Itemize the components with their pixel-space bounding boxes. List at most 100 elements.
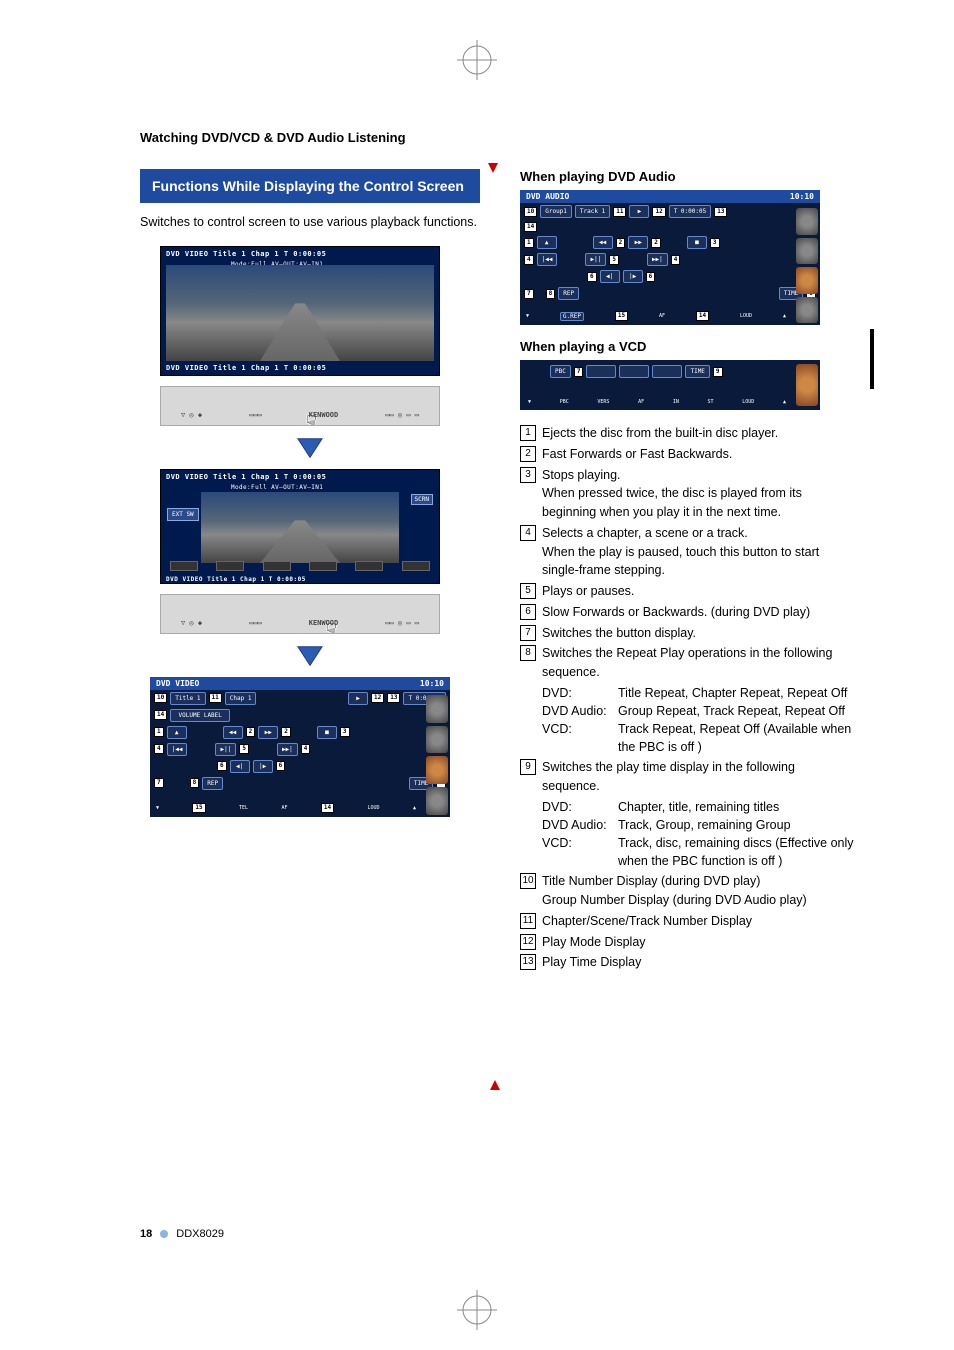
crop-mark-bottom <box>457 1290 497 1330</box>
a-side-icon-4[interactable] <box>796 297 818 324</box>
a-tri-down[interactable]: ▼ <box>526 313 529 319</box>
highway-image-2 <box>201 492 399 563</box>
title-display: Title 1 <box>170 692 205 705</box>
ff-button[interactable]: ▶▶ <box>258 726 278 739</box>
touch-bar-2: ☟ ▽ ◎ ◆ ▭▭▭ KENWOOD ▭▭ ◎ ▭ ▭ <box>160 594 440 634</box>
scrn-button[interactable]: SCRN <box>411 494 433 505</box>
a-callout-8: 8 <box>546 289 556 299</box>
v-side-icon[interactable] <box>796 364 818 406</box>
loud-label: LOUD <box>368 805 380 811</box>
side-icon-1[interactable] <box>426 695 448 723</box>
side-icon-4[interactable] <box>426 787 448 815</box>
prev-btn[interactable] <box>309 561 337 571</box>
arrow-down-2 <box>140 644 480 671</box>
ext-sw-button[interactable]: EXT SW <box>167 508 199 521</box>
a-stop-button[interactable]: ■ <box>687 236 707 249</box>
audio-header-title: DVD AUDIO <box>526 192 569 201</box>
slow-back-button[interactable]: ◀| <box>230 760 250 773</box>
next-btn[interactable] <box>355 561 383 571</box>
vcd-blank-1[interactable] <box>586 365 616 378</box>
a-ff-button[interactable]: ▶▶ <box>628 236 648 249</box>
arrow-down-1 <box>140 436 480 463</box>
func-body: Plays or pauses. <box>542 582 854 601</box>
func-body: Stops playing.When pressed twice, the di… <box>542 466 854 522</box>
function-item-1: 1Ejects the disc from the built-in disc … <box>520 424 854 443</box>
callout-13: 13 <box>387 693 400 703</box>
vcd-loud-label: LOUD <box>742 399 754 405</box>
callout-2b: 2 <box>281 727 291 737</box>
callout-3: 3 <box>340 727 350 737</box>
v-tri-up[interactable]: ▲ <box>783 399 786 405</box>
func-body: Switches the Repeat Play operations in t… <box>542 644 854 756</box>
a-rew-button[interactable]: ◀◀ <box>593 236 613 249</box>
play-btn[interactable] <box>402 561 430 571</box>
screenshot-playback-2: DVD VIDEO Title 1 Chap 1 T 0:00:05 Mode:… <box>160 469 440 584</box>
vcd-pbc-button[interactable]: PBC <box>550 365 571 378</box>
play-pause-button[interactable]: ▶|| <box>215 743 236 756</box>
function-item-9: 9Switches the play time display in the f… <box>520 758 854 870</box>
stop-btn[interactable] <box>170 561 198 571</box>
a-callout-2b: 2 <box>651 238 661 248</box>
rew-btn[interactable] <box>216 561 244 571</box>
grep-button[interactable]: G.REP <box>560 312 584 321</box>
function-item-7: 7Switches the button display. <box>520 624 854 643</box>
func-body: Ejects the disc from the built-in disc p… <box>542 424 854 443</box>
side-icon-3[interactable] <box>426 756 448 784</box>
tri-down-icon[interactable]: ▼ <box>156 805 159 811</box>
next-button[interactable]: ▶▶| <box>277 743 298 756</box>
tri-up-icon[interactable]: ▲ <box>413 805 416 811</box>
callout-1: 1 <box>154 727 164 737</box>
func-body: Fast Forwards or Fast Backwards. <box>542 445 854 464</box>
func-body: Slow Forwards or Backwards. (during DVD … <box>542 603 854 622</box>
vcd-st-label: ST <box>708 399 714 405</box>
v-tri-down[interactable]: ▼ <box>528 399 531 405</box>
a-side-icon-3[interactable] <box>796 267 818 294</box>
callout-6: 6 <box>217 761 227 771</box>
left-title-box: Functions While Displaying the Control S… <box>140 169 480 203</box>
eject-button[interactable]: ▲ <box>167 726 187 739</box>
callout-2: 2 <box>246 727 256 737</box>
func-body: Selects a chapter, a scene or a track.Wh… <box>542 524 854 580</box>
ff-btn[interactable] <box>263 561 291 571</box>
chap-display: Chap 1 <box>225 692 257 705</box>
af-label: AF <box>281 805 287 811</box>
func-num: 13 <box>520 954 536 970</box>
callout-7: 7 <box>154 778 164 788</box>
a-slow-back-button[interactable]: ◀| <box>600 270 620 283</box>
rep-button[interactable]: REP <box>202 777 223 790</box>
slow-fwd-button[interactable]: |▶ <box>253 760 273 773</box>
a-eject-button[interactable]: ▲ <box>537 236 557 249</box>
func-num: 7 <box>520 625 536 641</box>
func-num: 11 <box>520 913 536 929</box>
side-icon-2[interactable] <box>426 726 448 754</box>
vcd-blank-3[interactable] <box>652 365 682 378</box>
a-play-pause-button[interactable]: ▶|| <box>585 253 606 266</box>
track-display: Track 1 <box>575 205 610 218</box>
a-prev-button[interactable]: |◀◀ <box>537 253 558 266</box>
audio-header-clock: 10:10 <box>790 192 814 201</box>
prev-button[interactable]: |◀◀ <box>167 743 188 756</box>
a-slow-fwd-button[interactable]: |▶ <box>623 270 643 283</box>
section-header: Watching DVD/VCD & DVD Audio Listening <box>140 130 854 149</box>
vcd-blank-2[interactable] <box>619 365 649 378</box>
rew-button[interactable]: ◀◀ <box>223 726 243 739</box>
a-side-icons <box>796 208 818 323</box>
a-next-button[interactable]: ▶▶| <box>647 253 668 266</box>
a-callout-4b: 4 <box>671 255 681 265</box>
highway-image <box>166 265 434 361</box>
a-rep-button[interactable]: REP <box>558 287 579 300</box>
a-tri-up[interactable]: ▲ <box>783 313 786 319</box>
a-side-icon-1[interactable] <box>796 208 818 235</box>
a-callout-7: 7 <box>524 289 534 299</box>
intro-text: Switches to control screen to use variou… <box>140 213 480 232</box>
ss3-top: DVD VIDEO Title 1 Chap 1 T 0:00:05 <box>161 470 439 484</box>
a-callout-14: 14 <box>524 222 537 232</box>
vcd-time-button[interactable]: TIME <box>685 365 709 378</box>
func-num: 12 <box>520 934 536 950</box>
a-af-label: AF <box>659 313 665 319</box>
a-callout-6: 6 <box>587 272 597 282</box>
function-item-3: 3Stops playing.When pressed twice, the d… <box>520 466 854 522</box>
a-side-icon-2[interactable] <box>796 238 818 265</box>
time-display-audio: T 0:00:05 <box>669 205 712 218</box>
stop-button[interactable]: ■ <box>317 726 337 739</box>
